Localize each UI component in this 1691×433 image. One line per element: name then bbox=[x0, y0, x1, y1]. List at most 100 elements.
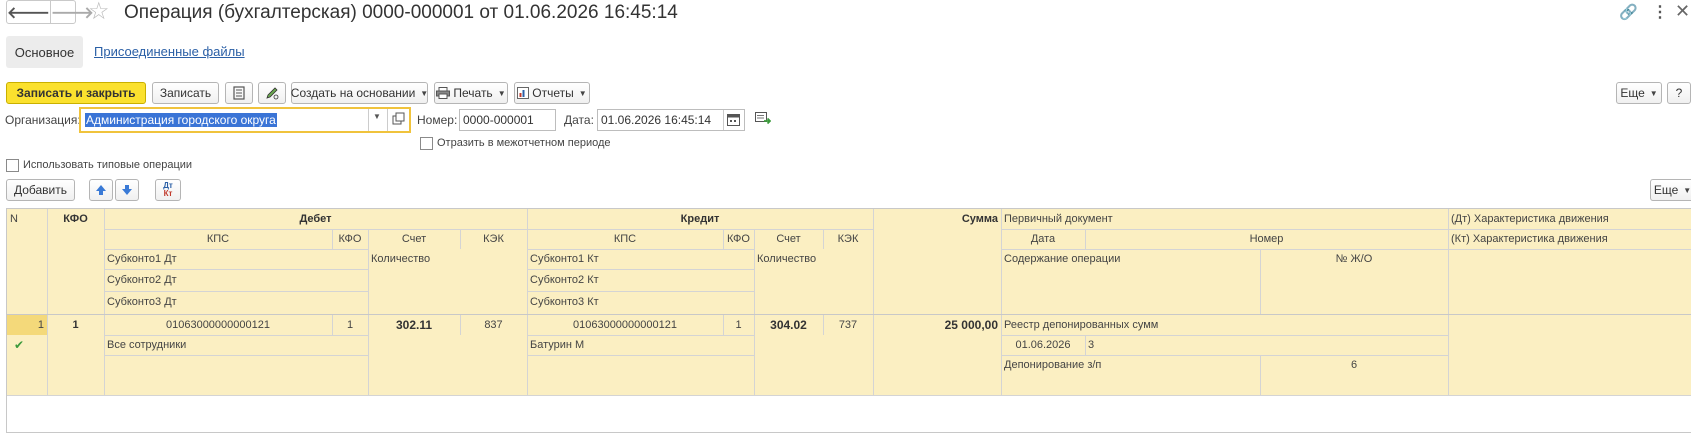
calendar-icon[interactable] bbox=[727, 113, 740, 129]
cell-kfo[interactable]: 1 bbox=[47, 315, 104, 335]
create-based-on-label: Создать на основании bbox=[290, 86, 416, 100]
col-header-doc-date[interactable]: Дата bbox=[1001, 229, 1085, 249]
create-based-on-button[interactable]: Создать на основании ▼ bbox=[291, 82, 428, 104]
chevron-down-icon: ▼ bbox=[1649, 88, 1658, 98]
col-header-dt-kps[interactable]: КПС bbox=[104, 229, 332, 249]
organization-value: Администрация городского округа bbox=[85, 113, 277, 127]
chevron-down-icon[interactable]: ▼ bbox=[373, 112, 381, 121]
col-header-kt-account[interactable]: Счет bbox=[754, 229, 823, 249]
entries-table: N КФО Дебет Кредит Сумма Первичный докум… bbox=[6, 208, 1691, 433]
favorite-star-icon[interactable]: ☆ bbox=[88, 0, 110, 25]
chevron-down-icon: ▼ bbox=[578, 88, 587, 98]
open-form-icon[interactable] bbox=[392, 112, 405, 128]
chevron-down-icon: ▼ bbox=[1683, 185, 1691, 195]
cell-kt-sub1[interactable]: Батурин М bbox=[527, 335, 754, 355]
save-and-close-button[interactable]: Записать и закрыть bbox=[6, 82, 146, 104]
col-header-journal[interactable]: № Ж/О bbox=[1260, 249, 1448, 269]
number-field[interactable]: 0000-000001 bbox=[459, 109, 556, 131]
move-down-button[interactable] bbox=[115, 179, 139, 201]
reports-button[interactable]: Отчеты ▼ bbox=[514, 82, 590, 104]
col-header-kt-kps[interactable]: КПС bbox=[527, 229, 723, 249]
col-header-debit[interactable]: Дебет bbox=[104, 209, 527, 229]
col-header-kt-kfo[interactable]: КФО bbox=[723, 229, 754, 249]
col-header-kt-characteristic[interactable]: (Кт) Характеристика движения bbox=[1448, 229, 1691, 249]
back-arrow-icon: 🡐 bbox=[7, 4, 50, 22]
edit-entries-button[interactable] bbox=[258, 82, 286, 104]
field-divider bbox=[387, 109, 388, 131]
table-more-button[interactable]: Еще ▼ bbox=[1650, 179, 1691, 201]
more-label: Еще bbox=[1620, 86, 1645, 100]
col-header-dt-kek[interactable]: КЭК bbox=[460, 229, 527, 249]
cell-dt-kfo[interactable]: 1 bbox=[332, 315, 368, 335]
col-header-sub1-kt[interactable]: Субконто1 Кт bbox=[527, 249, 754, 269]
print-button[interactable]: Печать ▼ bbox=[434, 82, 508, 104]
col-header-dt-qty[interactable]: Количество bbox=[368, 249, 527, 269]
col-header-kt-qty[interactable]: Количество bbox=[754, 249, 873, 269]
interaccount-period-checkbox[interactable] bbox=[420, 137, 433, 150]
link-icon[interactable]: 🔗 bbox=[1619, 3, 1638, 21]
col-header-content[interactable]: Содержание операции bbox=[1001, 249, 1260, 269]
cell-doc-date[interactable]: 01.06.2026 bbox=[1001, 335, 1085, 355]
document-journal-button[interactable] bbox=[225, 82, 253, 104]
organization-label: Организация: bbox=[5, 113, 81, 127]
col-header-sub3-dt[interactable]: Субконто3 Дт bbox=[104, 292, 332, 312]
chevron-down-icon: ▼ bbox=[497, 88, 506, 98]
interaccount-period-label: Отразить в межотчетном периоде bbox=[437, 137, 611, 149]
more-button[interactable]: Еще ▼ bbox=[1616, 82, 1662, 104]
swap-dt-kt-button[interactable]: Дт Кт bbox=[155, 179, 181, 201]
date-field[interactable]: 01.06.2026 16:45:14 bbox=[597, 109, 745, 131]
organization-field[interactable]: Администрация городского округа ▼ bbox=[79, 107, 411, 133]
table-more-label: Еще bbox=[1653, 183, 1679, 197]
reports-label: Отчеты bbox=[532, 86, 574, 100]
add-row-button[interactable]: Добавить bbox=[6, 179, 75, 201]
field-divider bbox=[368, 109, 369, 131]
close-icon[interactable]: ✕ bbox=[1675, 1, 1690, 22]
col-header-sub2-dt[interactable]: Субконто2 Дт bbox=[104, 270, 332, 290]
cell-doc-number[interactable]: 3 bbox=[1085, 335, 1448, 355]
journal-icon bbox=[233, 86, 245, 100]
col-header-kfo[interactable]: КФО bbox=[47, 209, 104, 229]
cell-doc-name[interactable]: Реестр депонированных сумм bbox=[1001, 315, 1448, 335]
move-up-button[interactable] bbox=[89, 179, 113, 201]
typical-operations-label: Использовать типовые операции bbox=[23, 159, 193, 171]
cell-kt-kek[interactable]: 737 bbox=[823, 315, 873, 335]
typical-operations-checkbox[interactable] bbox=[6, 159, 19, 172]
col-header-primary-doc[interactable]: Первичный документ bbox=[1001, 209, 1448, 229]
col-header-sum[interactable]: Сумма bbox=[873, 209, 1001, 229]
print-label: Печать bbox=[453, 86, 493, 100]
col-header-doc-number[interactable]: Номер bbox=[1085, 229, 1448, 249]
col-header-sub3-kt[interactable]: Субконто3 Кт bbox=[527, 292, 754, 312]
col-header-sub1-dt[interactable]: Субконто1 Дт bbox=[104, 249, 332, 269]
printer-icon bbox=[436, 87, 451, 99]
cell-journal[interactable]: 6 bbox=[1260, 355, 1448, 375]
help-button[interactable]: ? bbox=[1667, 82, 1691, 104]
cell-content[interactable]: Депонирование з/п bbox=[1001, 355, 1260, 375]
cell-n[interactable]: 1 bbox=[7, 315, 47, 335]
col-header-dt-kfo[interactable]: КФО bbox=[332, 229, 368, 249]
back-button[interactable]: 🡐 bbox=[7, 1, 50, 23]
tab-attached-files[interactable]: Присоединенные файлы bbox=[94, 44, 245, 59]
cell-dt-sub1[interactable]: Все сотрудники bbox=[104, 335, 368, 355]
kt-label: Кт bbox=[163, 189, 173, 198]
col-header-n[interactable]: N bbox=[7, 209, 47, 229]
cell-kt-account[interactable]: 304.02 bbox=[754, 315, 823, 335]
cell-sum[interactable]: 25 000,00 bbox=[873, 315, 1001, 335]
navigation-buttons: 🡐 🡒 bbox=[6, 0, 94, 24]
cell-kt-kfo[interactable]: 1 bbox=[723, 315, 754, 335]
more-actions-icon[interactable]: ⋮ bbox=[1652, 2, 1668, 22]
post-document-icon[interactable] bbox=[755, 112, 772, 128]
arrow-down-icon bbox=[122, 185, 132, 195]
col-header-credit[interactable]: Кредит bbox=[527, 209, 873, 229]
cell-kt-kps[interactable]: 01063000000000121 bbox=[527, 315, 723, 335]
chevron-down-icon: ▼ bbox=[420, 88, 429, 98]
tab-main[interactable]: Основное bbox=[6, 36, 83, 68]
cell-dt-kek[interactable]: 837 bbox=[460, 315, 527, 335]
cell-dt-account[interactable]: 302.11 bbox=[368, 315, 460, 335]
col-header-dt-characteristic[interactable]: (Дт) Характеристика движения bbox=[1448, 209, 1691, 229]
col-header-kt-kek[interactable]: КЭК bbox=[823, 229, 873, 249]
cell-dt-kps[interactable]: 01063000000000121 bbox=[104, 315, 332, 335]
arrow-up-icon bbox=[96, 185, 106, 195]
col-header-sub2-kt[interactable]: Субконто2 Кт bbox=[527, 270, 754, 290]
col-header-dt-account[interactable]: Счет bbox=[368, 229, 460, 249]
save-button[interactable]: Записать bbox=[152, 82, 219, 104]
